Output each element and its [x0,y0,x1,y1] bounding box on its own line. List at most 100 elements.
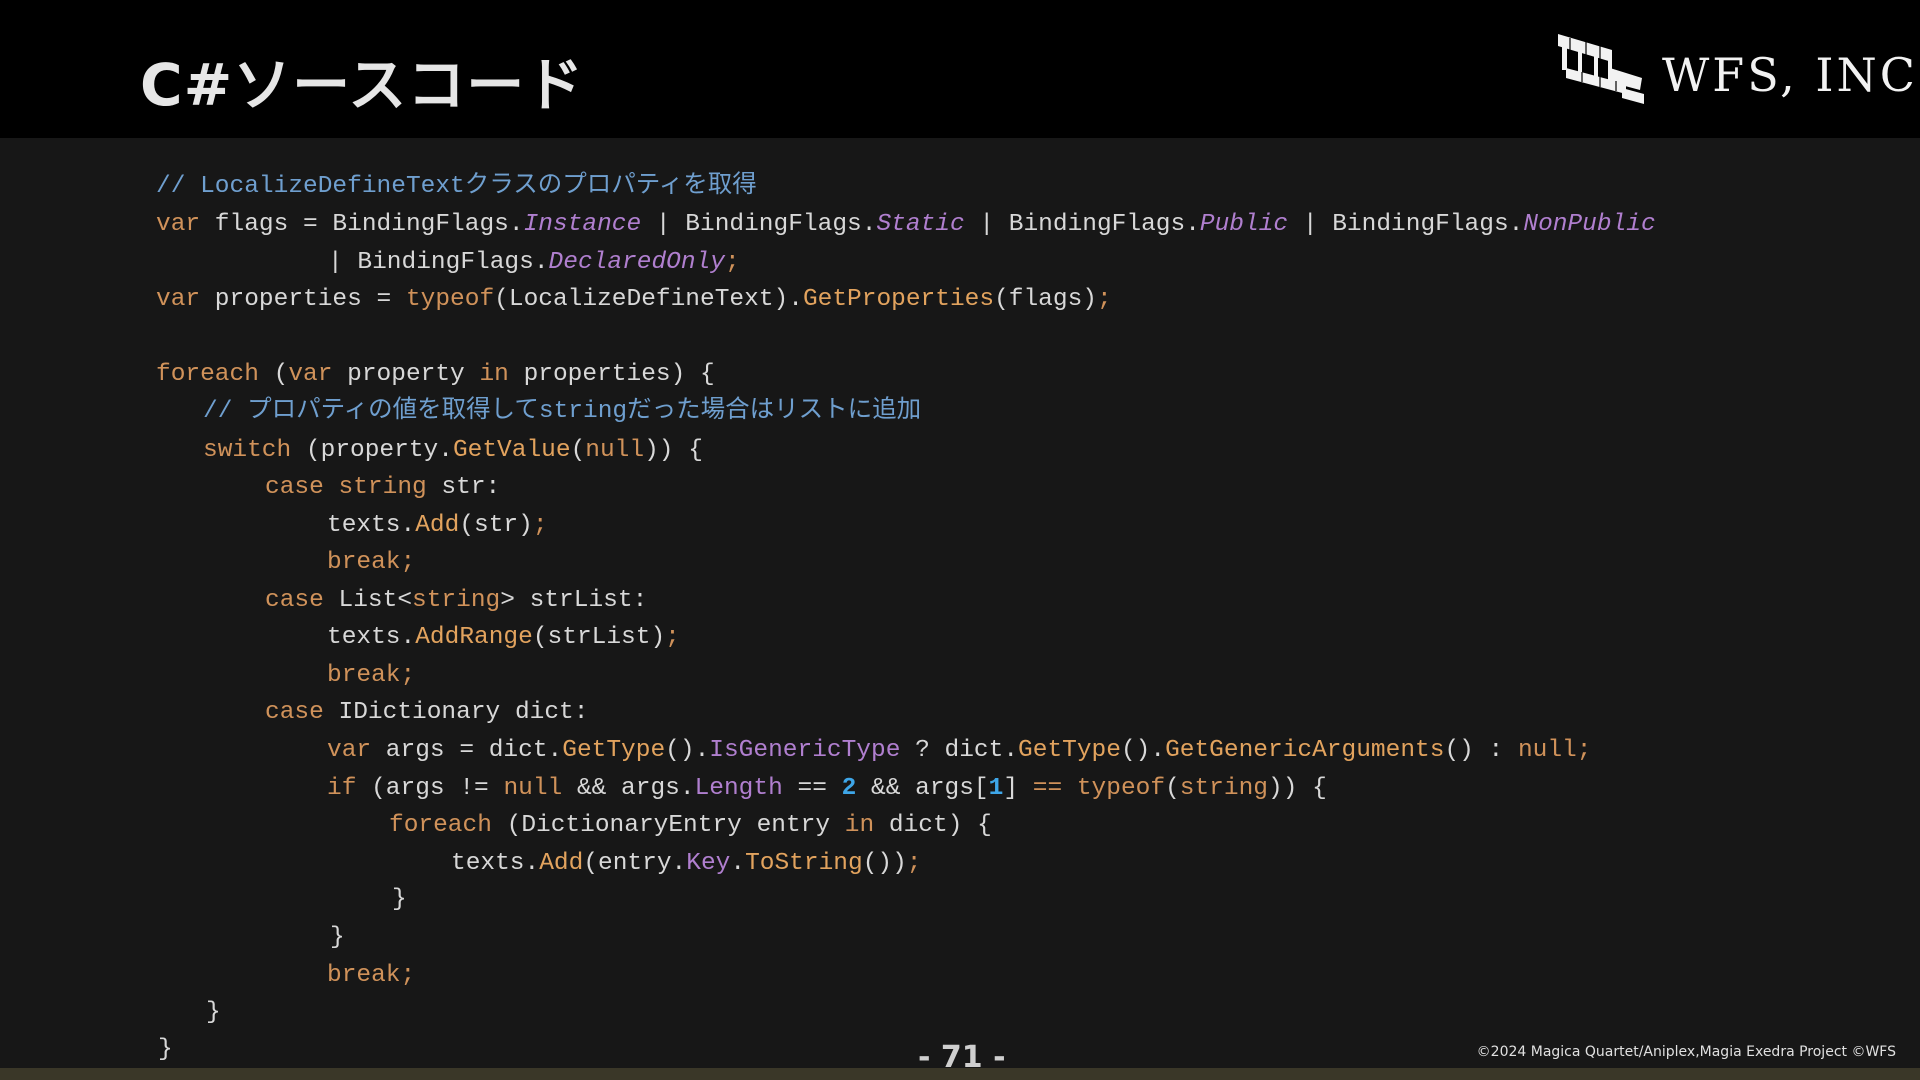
code-text: | BindingFlags. [1288,211,1524,238]
code-line-22: } [206,998,221,1028]
code-line-10: break; [327,548,415,578]
code-brace: } [392,886,407,913]
code-text: property [332,361,480,388]
code-enum-value: Static [876,211,965,238]
code-brace: } [330,924,345,951]
code-text: . [730,850,746,877]
code-line-4: var properties = typeof(LocalizeDefineTe… [156,285,1112,315]
logo-wordmark: WFS, INC. [1662,48,1920,102]
company-logo: WFS, INC. [1552,28,1920,108]
code-method: Add [539,850,584,877]
code-text: ( [258,361,289,388]
code-text: (args != [356,775,504,802]
code-method: AddRange [415,624,533,651]
code-method: GetValue [452,437,571,464]
code-text: (entry. [583,850,687,877]
code-text: == [782,775,842,802]
code-text: )) { [644,437,703,464]
code-brace: } [206,999,221,1026]
code-keyword: break; [327,549,416,576]
code-keyword: var [288,361,333,388]
code-comment: // LocalizeDefineTextクラスのプロパティを取得 [156,173,757,200]
code-text: (property. [291,437,453,464]
code-line-16: if (args != null && args.Length == 2 && … [327,774,1327,804]
code-line-15: var args = dict.GetType().IsGenericType … [327,736,1591,766]
code-keyword: break; [327,962,416,989]
code-semicolon: ; [724,249,740,276]
code-line-6: // プロパティの値を取得してstringだった場合はリストに追加 [203,397,921,427]
code-text: ()) [862,850,907,877]
code-method: GetGenericArguments [1165,737,1445,764]
code-text: | BindingFlags. [964,211,1200,238]
code-semicolon: ; [1097,286,1112,313]
code-line-19: } [392,885,407,915]
code-method: ToString [745,850,863,877]
code-text: (str) [459,512,533,539]
code-keyword: var [327,737,372,764]
code-text: ( [570,437,586,464]
code-line-12: texts.AddRange(strList); [327,623,680,653]
code-line-18: texts.Add(entry.Key.ToString()); [451,849,922,879]
code-text: (DictionaryEntry entry [491,812,845,839]
code-text: | BindingFlags. [641,211,877,238]
code-line-7: switch (property.GetValue(null)) { [203,436,703,466]
code-enum-value: Public [1199,211,1289,238]
code-keyword: case [265,587,324,614]
code-property: IsGenericType [709,737,901,764]
code-text: () : [1444,737,1518,764]
code-line-13: break; [327,661,415,691]
code-text: List< [323,587,413,614]
code-text: IDictionary dict: [323,699,589,726]
code-line-11: case List<string> strList: [265,586,647,616]
code-keyword: in [844,812,875,839]
code-keyword: null [503,775,563,802]
code-keyword: case [265,699,324,726]
code-method: Add [415,512,460,539]
code-text: flags = BindingFlags. [200,211,524,238]
code-line-5: foreach (var property in properties) { [156,360,715,390]
code-line-3: | BindingFlags.DeclaredOnly; [328,248,740,278]
code-text: (flags) [994,286,1097,313]
code-property: Length [694,775,783,802]
code-text: texts. [327,512,416,539]
code-method: GetType [562,737,666,764]
code-enum-value: Instance [523,211,642,238]
code-text: (). [665,737,710,764]
code-line-23: } [158,1035,173,1065]
code-text: properties) { [508,361,715,388]
code-keyword: foreach [389,812,492,839]
code-keyword: switch [203,437,292,464]
code-text: )) { [1268,775,1327,802]
code-keyword: var [156,211,201,238]
code-number: 1 [988,775,1004,802]
code-text: (). [1120,737,1166,764]
code-text: (strList) [532,624,666,651]
code-keyword: string [1179,775,1268,802]
code-text: ( [1165,775,1180,802]
code-line-8: case string str: [265,473,500,503]
code-number: 2 [841,775,857,802]
code-keyword: string [412,587,501,614]
code-text: texts. [327,624,416,651]
code-keyword: foreach [156,361,259,388]
slide-title: C#ソースコード [140,51,585,119]
code-text: ] [1003,775,1033,802]
slide-header: C#ソースコード WFS, INC. [0,0,1920,138]
code-text: && args. [562,775,695,802]
code-text: && args[ [856,775,989,802]
code-enum-value: DeclaredOnly [548,249,725,276]
code-operator: == [1032,775,1063,802]
code-method: GetProperties [802,286,995,313]
code-text: ? dict. [900,737,1019,764]
code-brace: } [158,1036,173,1063]
code-text: (LocalizeDefineText). [494,286,803,313]
copyright-notice: ©2024 Magica Quartet/Aniplex,Magia Exedr… [1476,1044,1896,1060]
code-line-9: texts.Add(str); [327,511,548,541]
code-line-1: // LocalizeDefineTextクラスのプロパティを取得 [156,172,757,202]
code-keyword: null; [1517,737,1592,764]
bottom-bar [0,1068,1920,1080]
code-line-20: } [330,923,345,953]
code-text: texts. [451,850,540,877]
code-keyword: null [585,437,645,464]
